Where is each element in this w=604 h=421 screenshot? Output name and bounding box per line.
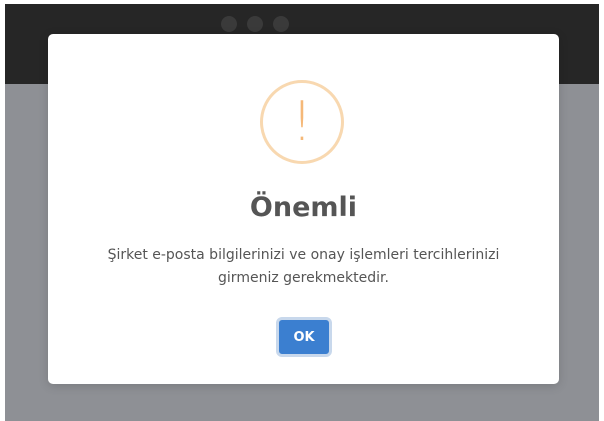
logo-mark — [221, 16, 237, 32]
logo-mark — [247, 16, 263, 32]
logo-mark — [273, 16, 289, 32]
screen: ! Önemli Şirket e-posta bilgilerinizi ve… — [0, 0, 604, 421]
dialog-message: Şirket e-posta bilgilerinizi ve onay işl… — [107, 247, 500, 286]
alert-dialog: ! Önemli Şirket e-posta bilgilerinizi ve… — [48, 34, 559, 384]
dialog-title: Önemli — [249, 192, 358, 223]
ok-button[interactable]: OK — [276, 317, 332, 357]
exclamation-icon: ! — [260, 80, 344, 164]
